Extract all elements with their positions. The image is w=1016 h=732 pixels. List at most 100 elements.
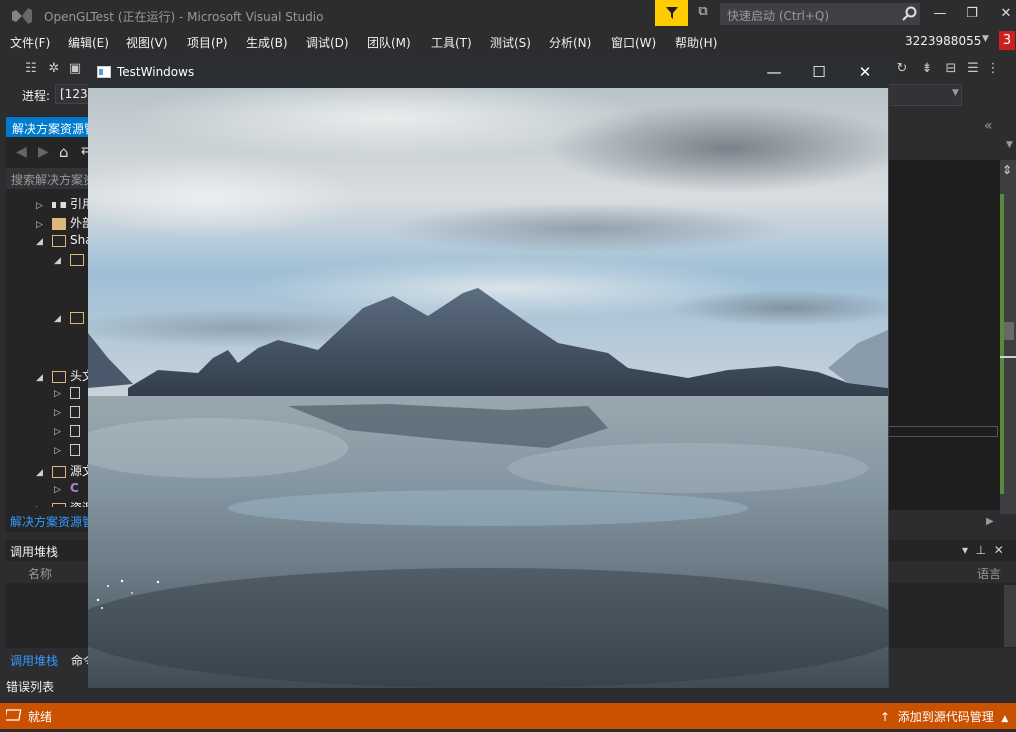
tree-item-file[interactable]: ▷ — [54, 404, 84, 423]
close-icon[interactable]: ✕ — [994, 543, 1004, 557]
tab-call-stack[interactable]: 调用堆栈 — [10, 652, 58, 669]
chevron-down-icon[interactable]: ▾ — [962, 543, 968, 557]
call-stack-controls: ▾ ⊥ ✕ — [962, 543, 1004, 557]
forward-icon[interactable]: ▶ — [38, 144, 49, 160]
tree-item-subfolder[interactable]: ◢ — [54, 252, 88, 271]
column-language[interactable]: 语言 — [977, 565, 1001, 582]
folder-icon — [70, 311, 84, 324]
toolbar-settings-icon[interactable]: ✲ — [45, 60, 63, 78]
toolbar-refresh-icon[interactable]: ↻ — [893, 60, 911, 78]
back-icon[interactable]: ◀ — [16, 144, 27, 160]
file-icon — [70, 386, 80, 399]
scroll-position-marker — [1000, 356, 1016, 358]
toolbar-tree-icon[interactable]: ⊟ — [942, 60, 960, 78]
opengl-render-canvas[interactable] — [88, 88, 888, 688]
folder-icon — [52, 217, 66, 230]
home-icon[interactable]: ⌂ — [59, 143, 69, 161]
menu-project[interactable]: 项目(P) — [187, 34, 228, 51]
chevron-down-icon[interactable]: ▼ — [982, 34, 989, 44]
chevron-down-icon[interactable]: ▼ — [952, 88, 959, 98]
toolbar-overflow-icon[interactable]: ⋮ — [984, 60, 1002, 78]
notification-badge[interactable]: 3 — [999, 31, 1015, 50]
tw-minimize-button[interactable]: — — [760, 62, 788, 82]
tw-close-button[interactable]: ✕ — [851, 62, 879, 82]
split-icon[interactable]: ⇕ — [1002, 163, 1012, 177]
menu-debug[interactable]: 调试(D) — [306, 34, 349, 51]
visual-studio-logo-icon — [12, 8, 32, 24]
arrow-up-icon: ↑ — [880, 710, 891, 724]
notifications-filter-button[interactable] — [655, 0, 688, 26]
menu-view[interactable]: 视图(V) — [126, 34, 168, 51]
scrollbar-thumb[interactable] — [1004, 322, 1014, 340]
vs-minimize-button[interactable]: — — [928, 4, 952, 24]
error-list-tab[interactable]: 错误列表 — [6, 678, 54, 695]
column-name[interactable]: 名称 — [28, 565, 52, 582]
collapse-icon[interactable]: ◢ — [54, 256, 64, 266]
references-icon — [52, 201, 66, 208]
toolbar-save-icon[interactable]: ▣ — [66, 60, 84, 78]
menu-file[interactable]: 文件(F) — [10, 34, 50, 51]
process-label: 进程: — [22, 89, 51, 103]
menu-build[interactable]: 生成(B) — [246, 34, 288, 51]
call-stack-title: 调用堆栈 — [10, 545, 59, 559]
menu-tools[interactable]: 工具(T) — [431, 34, 472, 51]
collapse-icon[interactable]: ◢ — [36, 373, 46, 383]
file-icon — [70, 424, 80, 437]
tree-item-references[interactable]: ▷ 引用 — [36, 195, 94, 214]
cpp-file-icon: C — [70, 481, 79, 495]
menu-team[interactable]: 团队(M) — [367, 34, 411, 51]
menu-analyze[interactable]: 分析(N) — [549, 34, 591, 51]
folder-icon — [52, 234, 66, 247]
expand-icon[interactable]: ▷ — [36, 220, 46, 230]
solution-search-input[interactable]: 搜索解决方案资源管理器 — [6, 168, 90, 189]
account-name[interactable]: 3223988055 — [905, 34, 981, 48]
collapse-icon[interactable]: « — [984, 118, 993, 134]
tree-item-subfolder[interactable]: ◢ — [54, 310, 88, 329]
stack-frame-select[interactable] — [888, 84, 962, 106]
solution-explorer-tab[interactable]: 解决方案资源管理器 — [6, 117, 88, 137]
expand-icon[interactable]: ▷ — [36, 201, 46, 211]
horizontal-scrollbar[interactable] — [888, 426, 998, 437]
file-icon — [70, 443, 80, 456]
code-editor[interactable] — [888, 160, 1000, 510]
menu-edit[interactable]: 编辑(E) — [68, 34, 109, 51]
folder-icon — [52, 370, 66, 383]
app-window-icon — [97, 66, 111, 78]
output-icon — [6, 709, 22, 721]
pin-icon[interactable]: ⊥ — [976, 543, 986, 557]
menu-help[interactable]: 帮助(H) — [675, 34, 717, 51]
vs-close-button[interactable]: ✕ — [994, 4, 1016, 24]
chevron-up-icon: ▲ — [1001, 714, 1009, 724]
test-window-title: TestWindows — [117, 65, 195, 79]
scroll-right-icon[interactable]: ▶ — [986, 516, 994, 527]
toolbar-indent-icon[interactable]: ⇟ — [918, 60, 936, 78]
collapse-icon[interactable]: ◢ — [36, 468, 46, 478]
vs-restore-button[interactable]: ❐ — [960, 4, 984, 24]
toolbar-grip-icon[interactable]: ☷ — [22, 60, 40, 78]
solution-explorer-nav: ◀ ▶ ⌂ ⇄ — [6, 140, 92, 166]
tree-item-cpp-file[interactable]: ▷ C — [54, 481, 79, 500]
chevron-down-icon[interactable]: ▼ — [1006, 140, 1013, 150]
feedback-icon[interactable]: ⧉ — [693, 4, 713, 24]
menu-window[interactable]: 窗口(W) — [611, 34, 656, 51]
search-icon[interactable] — [902, 6, 918, 22]
quick-launch-input[interactable]: 快速启动 (Ctrl+Q) — [720, 3, 920, 25]
tree-item-file[interactable]: ▷ — [54, 423, 84, 442]
tab-command-window[interactable]: 命令窗口 — [66, 650, 90, 670]
tree-item-file[interactable]: ▷ — [54, 385, 84, 404]
menu-bar: 文件(F) 编辑(E) 视图(V) 项目(P) 生成(B) 调试(D) 团队(M… — [0, 30, 1016, 54]
menu-test[interactable]: 测试(S) — [490, 34, 531, 51]
call-stack-scrollbar[interactable] — [1004, 585, 1016, 647]
folder-icon — [70, 253, 84, 266]
collapse-icon[interactable]: ◢ — [54, 314, 64, 324]
toolbar-list-icon[interactable]: ☰ — [964, 60, 982, 78]
tw-maximize-button[interactable]: ☐ — [805, 62, 833, 82]
tree-item-resources[interactable]: ▷资源 — [36, 499, 94, 507]
collapse-icon[interactable]: ◢ — [36, 237, 46, 247]
terrain-water-scene — [88, 88, 888, 688]
change-indicator — [1000, 194, 1004, 494]
filter-icon — [665, 7, 678, 19]
file-icon — [70, 405, 80, 418]
tree-item-file[interactable]: ▷ — [54, 442, 84, 461]
add-to-source-control[interactable]: ↑ 添加到源代码管理 ▲ — [880, 708, 1008, 725]
